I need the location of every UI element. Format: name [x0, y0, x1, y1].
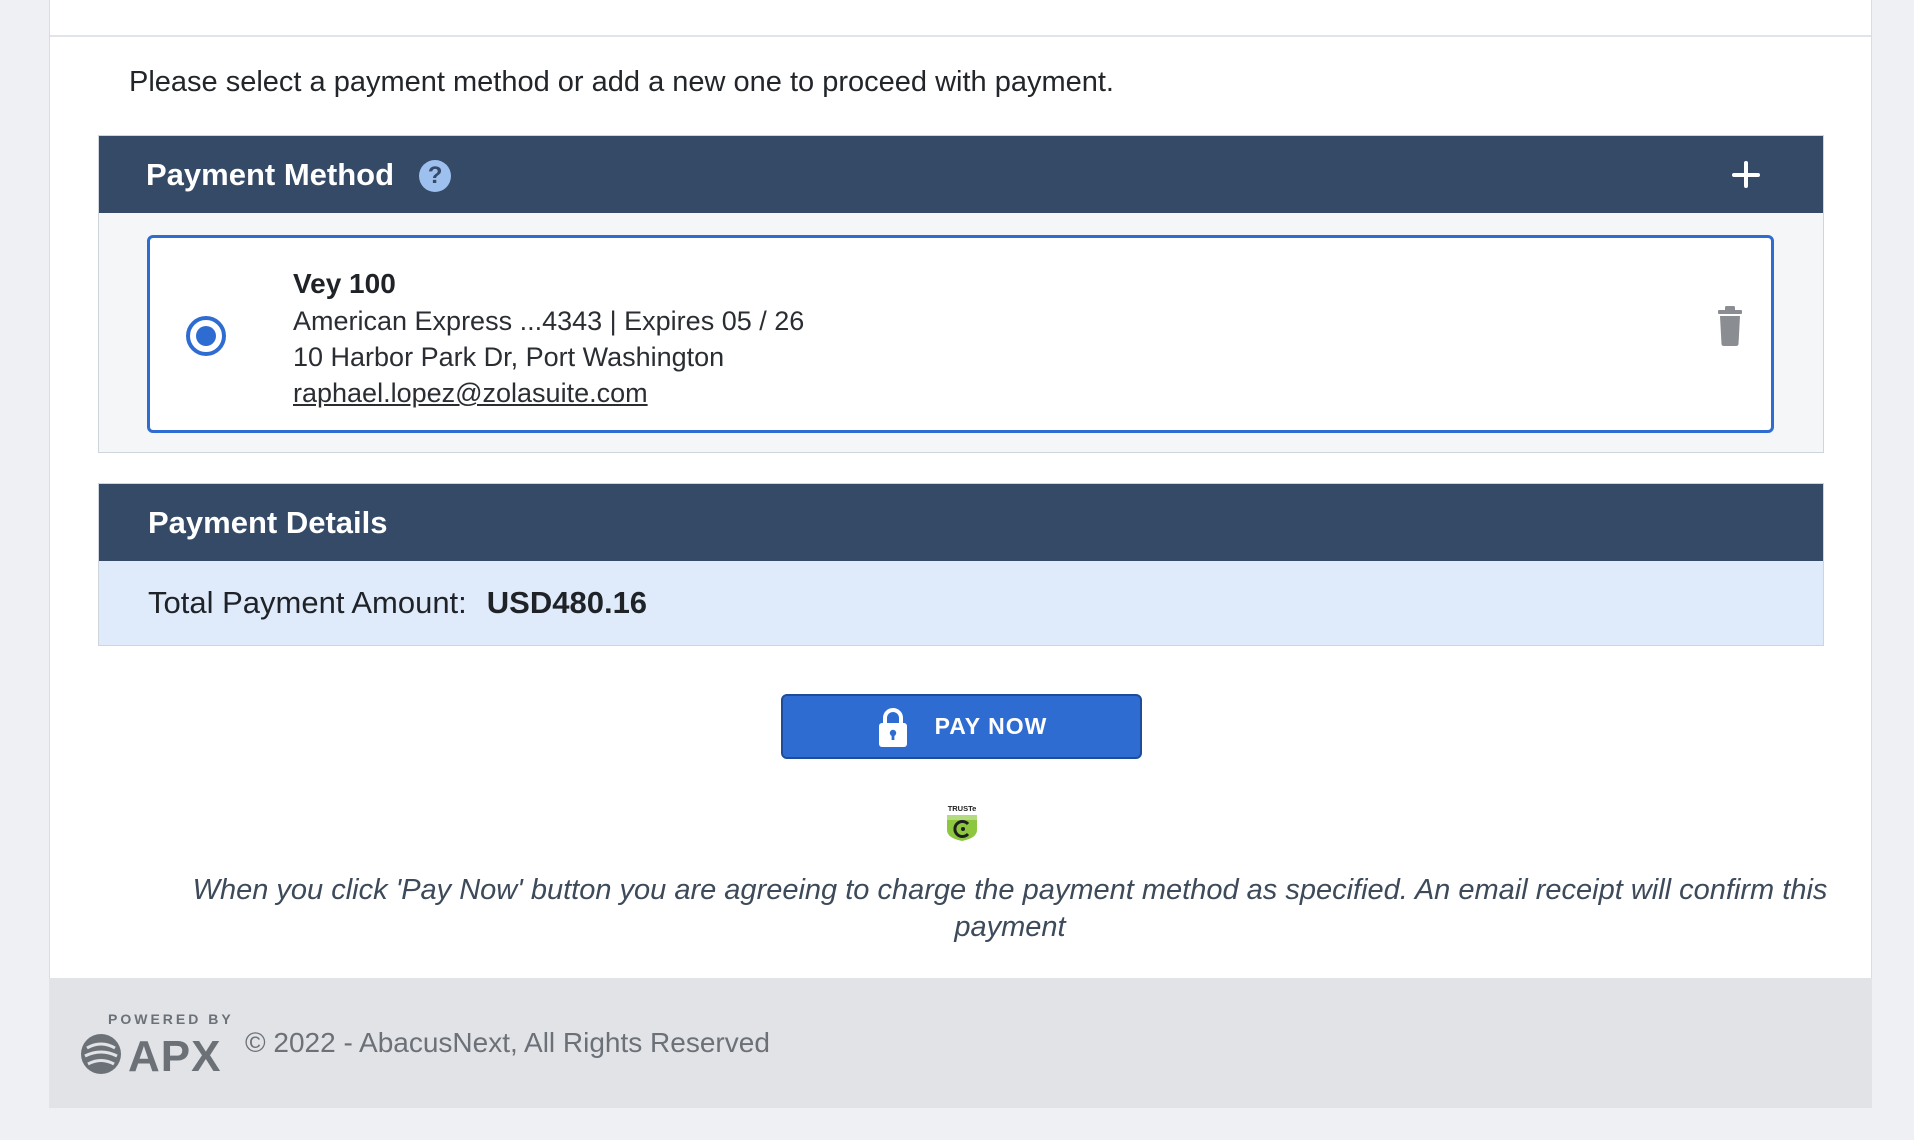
payment-method-radio[interactable]	[186, 316, 226, 356]
add-payment-method-button[interactable]	[1727, 155, 1765, 193]
truste-badge-label: TRUSTe	[948, 804, 977, 813]
payment-details-title: Payment Details	[148, 504, 388, 540]
powered-by-label: POWERED BY	[108, 1011, 234, 1027]
truste-badge[interactable]: TRUSTe	[944, 804, 980, 842]
apx-logo: APX	[81, 1032, 221, 1078]
payment-disclaimer: When you click 'Pay Now' button you are …	[192, 874, 1828, 943]
footer: POWERED BY APX © 2022 - AbacusNext, All …	[49, 978, 1872, 1108]
copyright-text: © 2022 - AbacusNext, All Rights Reserved	[245, 1027, 770, 1058]
total-amount-value: USD480.16	[486, 585, 648, 620]
payment-method-header: Payment Method ?	[99, 136, 1823, 213]
payment-method-name: Vey 100	[293, 268, 396, 299]
trash-icon[interactable]	[1715, 306, 1745, 346]
help-icon[interactable]: ?	[419, 160, 452, 192]
pay-now-button[interactable]: PAY NOW	[781, 694, 1142, 759]
card-details: American Express ...4343 | Expires 05 / …	[293, 306, 805, 336]
total-amount-label: Total Payment Amount:	[148, 585, 467, 620]
intro-text: Please select a payment method or add a …	[129, 66, 1114, 98]
billing-email-link[interactable]: raphael.lopez@zolasuite.com	[293, 375, 804, 411]
lock-icon	[878, 707, 907, 747]
pay-now-label: PAY NOW	[934, 713, 1048, 739]
top-strip	[50, 0, 1871, 37]
total-amount-row: Total Payment Amount: USD480.16	[99, 561, 1823, 645]
payment-method-info: Vey 100 American Express ...4343 | Expir…	[293, 265, 804, 411]
billing-address: 10 Harbor Park Dr, Port Washington	[293, 342, 725, 372]
apx-logo-text: APX	[128, 1032, 221, 1078]
payment-card: Please select a payment method or add a …	[49, 0, 1872, 978]
payment-details-section: Payment Details Total Payment Amount: US…	[98, 483, 1824, 646]
payment-method-section: Payment Method ? Vey 100 American Expres…	[98, 135, 1824, 453]
payment-details-header: Payment Details	[99, 484, 1823, 561]
payment-method-title: Payment Method	[146, 156, 395, 192]
payment-method-card[interactable]: Vey 100 American Express ...4343 | Expir…	[147, 235, 1774, 433]
